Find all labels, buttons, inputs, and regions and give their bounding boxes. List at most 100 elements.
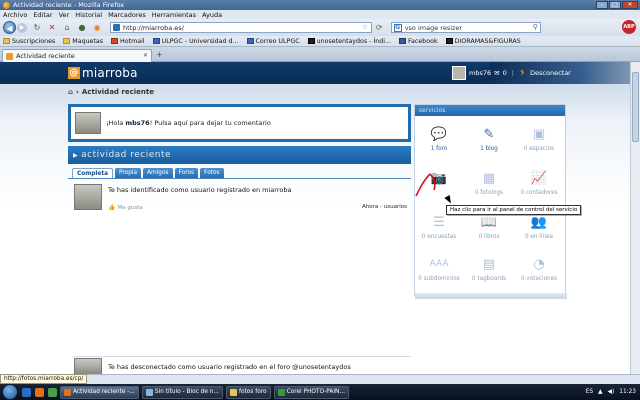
close-tab-icon[interactable]: ✕ bbox=[143, 52, 148, 59]
task-firefox[interactable]: Actividad reciente -... bbox=[60, 385, 139, 399]
folder-icon bbox=[63, 38, 71, 44]
media-icon[interactable] bbox=[48, 387, 57, 397]
logout-icon[interactable]: 🏃 bbox=[519, 69, 527, 77]
status-url: http://fotos.miarroba.es/cp/ bbox=[0, 374, 88, 384]
bookmark-facebook[interactable]: Facebook bbox=[399, 38, 438, 45]
menu-marcadores[interactable]: Marcadores bbox=[108, 11, 146, 19]
reload-icon[interactable]: ↻ bbox=[32, 23, 42, 33]
photolog-icon: ▦ bbox=[482, 170, 496, 186]
menu-archivo[interactable]: Archivo bbox=[3, 11, 27, 19]
menu-ver[interactable]: Ver bbox=[59, 11, 70, 19]
tab-foros[interactable]: Foros bbox=[174, 168, 199, 178]
activity-title: actividad reciente bbox=[81, 150, 172, 160]
miarroba-logo[interactable]: @ miarroba bbox=[68, 66, 138, 80]
feed-meta[interactable]: Ahora - usuarios bbox=[362, 204, 407, 210]
bookmark-dioramas[interactable]: DIORAMAS&FIGURAS bbox=[445, 38, 521, 45]
tab-fotos[interactable]: Fotos bbox=[200, 168, 224, 178]
back-button[interactable]: ◀ bbox=[3, 21, 16, 34]
tab-amigos[interactable]: Amigos bbox=[143, 168, 173, 178]
system-tray: ES ▲ ◀) 11:23 bbox=[586, 384, 640, 400]
comment-prompt[interactable]: ¡Hola mbs76! Pulsa aquí para dejar tu co… bbox=[106, 119, 271, 127]
service-votaciones[interactable]: ◔ 0 votaciones bbox=[517, 255, 561, 283]
service-en-linea[interactable]: 👥 0 en línea bbox=[517, 213, 561, 241]
avatar[interactable] bbox=[452, 66, 466, 80]
service-libros[interactable]: 📖 0 libros bbox=[467, 213, 511, 241]
feed-message: Te has identificado como usuario registr… bbox=[108, 186, 292, 194]
bookmark-maquetas[interactable]: Maquetas bbox=[63, 38, 103, 45]
menu-ayuda[interactable]: Ayuda bbox=[202, 11, 222, 19]
bookmark-unosetentaydos[interactable]: unosetentaydos - Índi... bbox=[307, 38, 391, 45]
menu-herramientas[interactable]: Herramientas bbox=[152, 11, 196, 19]
service-contadores[interactable]: 📈 0 contadores bbox=[517, 169, 561, 197]
hotmail-icon bbox=[111, 38, 119, 44]
search-bar[interactable]: G vso image resizer ⚲ bbox=[390, 22, 541, 33]
service-subdominios[interactable]: AAA 0 subdominios bbox=[417, 255, 461, 282]
go-icon[interactable]: ⟳ bbox=[376, 23, 383, 32]
search-icon[interactable]: ⚲ bbox=[533, 23, 538, 31]
new-tab-button[interactable]: + bbox=[156, 50, 163, 59]
window-controls: – □ ✕ bbox=[596, 1, 638, 9]
home-icon[interactable]: ⌂ bbox=[62, 23, 72, 33]
service-foro[interactable]: 💬 1 foro bbox=[417, 125, 461, 153]
window-title: Actividad reciente - Mozilla Firefox bbox=[13, 1, 125, 9]
url-text: http://miarroba.es/ bbox=[123, 23, 184, 32]
feed-message: Te has desconectado como usuario registr… bbox=[108, 363, 351, 371]
clock[interactable]: 11:23 bbox=[619, 389, 636, 395]
service-fotologs[interactable]: ▦ 0 fotologs bbox=[467, 169, 511, 197]
start-button[interactable] bbox=[2, 384, 18, 400]
maximize-button[interactable]: □ bbox=[609, 1, 621, 9]
scrollbar-thumb[interactable] bbox=[632, 72, 639, 142]
header-username[interactable]: mbs76 bbox=[469, 69, 491, 77]
search-engine-icon[interactable]: G bbox=[393, 23, 402, 32]
task-corel[interactable]: Corel PHOTO-PAIN... bbox=[273, 385, 349, 399]
rss-icon[interactable]: ◉ bbox=[92, 23, 102, 33]
window-titlebar: Actividad reciente - Mozilla Firefox – □… bbox=[0, 0, 640, 10]
menu-historial[interactable]: Historial bbox=[75, 11, 102, 19]
logo-at-icon: @ bbox=[68, 67, 80, 79]
search-input[interactable]: vso image resizer bbox=[405, 24, 462, 32]
breadcrumb-separator: › bbox=[76, 88, 79, 96]
bookmark-ulpgc[interactable]: ULPGC - Universidad d... bbox=[152, 38, 239, 45]
comment-box[interactable]: ¡Hola mbs76! Pulsa aquí para dejar tu co… bbox=[68, 104, 411, 142]
avatar[interactable] bbox=[74, 358, 102, 375]
like-button[interactable]: 👍 Me gusta bbox=[108, 204, 143, 211]
tab-actividad-reciente[interactable]: Actividad reciente ✕ bbox=[2, 49, 152, 62]
messages-count[interactable]: 0 bbox=[503, 69, 507, 77]
menu-editar[interactable]: Editar bbox=[33, 11, 52, 19]
google-icon[interactable]: ● bbox=[77, 23, 87, 33]
stop-icon[interactable]: ✕ bbox=[47, 23, 57, 33]
minimize-button[interactable]: – bbox=[596, 1, 608, 9]
firefox-icon[interactable] bbox=[35, 387, 44, 397]
tab-completa[interactable]: Completa bbox=[72, 168, 114, 178]
services-footer bbox=[415, 293, 567, 299]
task-fotos-foro[interactable]: fotos foro bbox=[225, 385, 271, 399]
network-icon[interactable]: ▲ bbox=[598, 389, 602, 395]
forward-button[interactable]: ▶ bbox=[17, 22, 27, 33]
mail-icon[interactable]: ✉ bbox=[494, 69, 499, 77]
home-icon[interactable]: ⌂ bbox=[68, 88, 73, 96]
logout-link[interactable]: Desconectar bbox=[530, 69, 571, 77]
avatar[interactable] bbox=[74, 184, 102, 210]
url-bar[interactable]: http://miarroba.es/ ☆ bbox=[110, 22, 372, 33]
tab-propia[interactable]: Propia bbox=[115, 168, 142, 178]
service-encuestas[interactable]: ☰ 0 encuestas bbox=[417, 213, 461, 241]
bookmark-correo-ulpgc[interactable]: Correo ULPGC bbox=[246, 38, 300, 45]
task-notepad[interactable]: Sin título - Bloc de n... bbox=[141, 385, 223, 399]
adblock-icon[interactable]: ABP bbox=[622, 20, 636, 34]
desktop-icon[interactable] bbox=[22, 387, 31, 397]
language-indicator[interactable]: ES bbox=[586, 389, 593, 395]
bookmark-suscripciones[interactable]: Suscripciones bbox=[3, 38, 55, 45]
bookmark-hotmail[interactable]: Hotmail bbox=[111, 38, 145, 45]
notepad-icon bbox=[145, 388, 153, 396]
thumbs-up-icon: 👍 bbox=[108, 204, 116, 211]
service-tagboards[interactable]: ▤ 0 tagboards bbox=[467, 255, 511, 283]
bookmark-star-icon[interactable]: ☆ bbox=[362, 23, 368, 31]
volume-icon[interactable]: ◀) bbox=[608, 389, 615, 395]
corel-icon bbox=[277, 388, 285, 396]
service-blog[interactable]: ✎ 1 blog bbox=[467, 125, 511, 153]
vertical-scrollbar[interactable] bbox=[630, 62, 640, 374]
folder-icon bbox=[229, 388, 237, 396]
close-button[interactable]: ✕ bbox=[622, 1, 638, 9]
service-espacios[interactable]: ▣ 0 espacios bbox=[517, 125, 561, 153]
pie-icon: ◔ bbox=[533, 256, 545, 272]
